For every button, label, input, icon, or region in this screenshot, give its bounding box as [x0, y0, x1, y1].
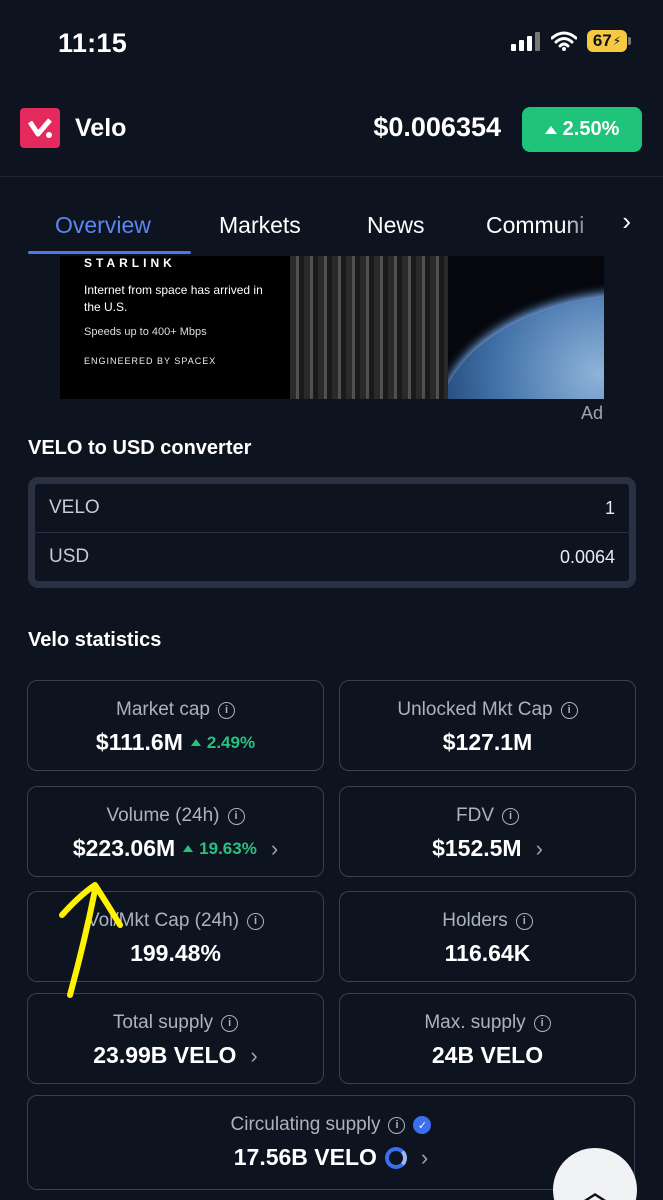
- converter-usd-input[interactable]: 0.0064: [560, 547, 615, 568]
- market-cap-card: Market cap i $111.6M 2.49%: [27, 680, 324, 771]
- info-icon[interactable]: i: [533, 1014, 551, 1032]
- total-supply-value: 23.99B VELO: [93, 1042, 237, 1068]
- converter-row-usd[interactable]: USD 0.0064: [35, 533, 629, 581]
- volume-label: Volume (24h): [106, 805, 220, 826]
- unlocked-mkt-cap-label: Unlocked Mkt Cap: [397, 699, 553, 720]
- ad-engineered: ENGINEERED BY SPACEX: [84, 356, 217, 366]
- wifi-icon: [551, 31, 577, 51]
- info-icon[interactable]: i: [227, 807, 245, 825]
- chevron-right-icon[interactable]: ›: [271, 836, 278, 862]
- up-arrow-icon: [183, 845, 194, 852]
- status-time: 11:15: [58, 28, 128, 58]
- tab-news[interactable]: News: [367, 212, 425, 239]
- vol-mkt-cap-label: Vol/Mkt Cap (24h): [86, 910, 240, 931]
- holders-value: 116.64K: [444, 940, 531, 966]
- unlocked-mkt-cap-card: Unlocked Mkt Cap i $127.1M: [339, 680, 636, 771]
- converter-usd-label: USD: [49, 546, 90, 567]
- total-supply-label: Total supply: [112, 1012, 214, 1033]
- signal-icon: [511, 32, 540, 51]
- volume-card[interactable]: Volume (24h) i $223.06M 19.63% ›: [27, 786, 324, 877]
- ad-server-racks-image: [290, 256, 450, 399]
- converter-velo-label: VELO: [49, 497, 100, 518]
- chevron-right-icon[interactable]: ›: [421, 1145, 428, 1171]
- converter-box: VELO 1 USD 0.0064: [28, 477, 636, 588]
- total-supply-card[interactable]: Total supply i 23.99B VELO ›: [27, 993, 324, 1084]
- coin-header: Velo $0.006354 2.50%: [0, 100, 663, 160]
- market-cap-change: 2.49%: [190, 733, 255, 753]
- battery-level: 67: [592, 31, 612, 50]
- converter-title: VELO to USD converter: [28, 437, 252, 459]
- up-arrow-icon: [190, 739, 201, 746]
- info-icon[interactable]: i: [560, 701, 578, 719]
- chevron-right-icon[interactable]: ›: [536, 836, 543, 862]
- verified-check-icon: ✓: [413, 1116, 432, 1134]
- status-icons: 67 ⚡: [511, 30, 631, 52]
- statistics-title: Velo statistics: [28, 629, 162, 651]
- starlink-ad-banner[interactable]: STARLINK Internet from space has arrived…: [60, 256, 604, 399]
- holders-label: Holders: [442, 910, 508, 931]
- ad-headline: Internet from space has arrived in the U…: [84, 283, 263, 314]
- converter-row-velo[interactable]: VELO 1: [35, 484, 629, 532]
- info-icon[interactable]: i: [502, 807, 519, 825]
- converter-velo-input[interactable]: 1: [605, 498, 615, 519]
- max-supply-value: 24B VELO: [431, 1042, 544, 1068]
- active-tab-indicator: [28, 251, 191, 254]
- battery-icon: 67 ⚡: [587, 30, 631, 52]
- coin-price: $0.006354: [373, 112, 501, 142]
- price-change-value: 2.50%: [562, 118, 620, 140]
- market-cap-value: $111.6M: [95, 729, 183, 755]
- fdv-label: FDV: [456, 805, 494, 826]
- velo-logo: [20, 108, 60, 148]
- info-icon[interactable]: i: [217, 701, 235, 719]
- circulating-supply-card[interactable]: Circulating supply i ✓ 17.56B VELO ›: [27, 1095, 635, 1190]
- info-icon[interactable]: i: [221, 1014, 239, 1032]
- ad-earth-image: [448, 256, 604, 399]
- chevron-up-icon: ︿: [576, 1170, 613, 1200]
- max-supply-card: Max. supply i 24B VELO: [339, 993, 636, 1084]
- velo-logo-icon: [27, 118, 52, 138]
- vol-mkt-cap-value: 199.48%: [130, 940, 221, 966]
- volume-change: 19.63%: [183, 839, 257, 859]
- vol-mkt-cap-card: Vol/Mkt Cap (24h) i 199.48%: [27, 891, 324, 982]
- ad-speed: Speeds up to 400+ Mbps: [84, 326, 207, 338]
- status-bar: 11:15 67 ⚡: [0, 0, 663, 80]
- ad-brand: STARLINK: [84, 256, 176, 270]
- info-icon[interactable]: i: [247, 912, 265, 930]
- up-arrow-icon: [544, 125, 557, 134]
- circulating-supply-label: Circulating supply: [230, 1114, 381, 1135]
- header-divider: [0, 176, 663, 177]
- tabs-scroll-right-icon[interactable]: ›: [622, 206, 631, 237]
- circulating-supply-value: 17.56B VELO: [233, 1144, 377, 1170]
- supply-progress-ring-icon: [384, 1146, 407, 1169]
- tab-markets[interactable]: Markets: [219, 212, 301, 239]
- ad-text-block: STARLINK Internet from space has arrived…: [84, 256, 264, 366]
- fdv-value: $152.5M: [432, 835, 522, 861]
- info-icon[interactable]: i: [388, 1116, 406, 1134]
- ad-label: Ad: [580, 403, 603, 423]
- max-supply-label: Max. supply: [424, 1012, 526, 1033]
- tab-overview[interactable]: Overview: [55, 212, 151, 239]
- info-icon[interactable]: i: [515, 912, 533, 930]
- chevron-right-icon[interactable]: ›: [250, 1043, 257, 1069]
- coin-name: Velo: [75, 114, 127, 142]
- holders-card: Holders i 116.64K: [339, 891, 636, 982]
- unlocked-mkt-cap-value: $127.1M: [442, 729, 533, 755]
- volume-value: $223.06M: [72, 835, 176, 861]
- tab-bar: Overview Markets News Communi ›: [0, 196, 663, 256]
- market-cap-label: Market cap: [116, 699, 210, 720]
- fdv-card[interactable]: FDV i $152.5M ›: [339, 786, 636, 877]
- price-change-badge: 2.50%: [522, 107, 642, 152]
